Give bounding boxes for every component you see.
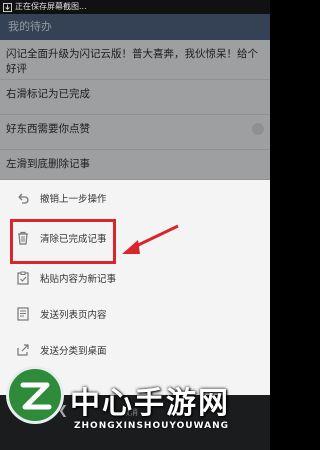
clipboard-icon [17,271,29,285]
menu-item-send-desktop[interactable]: 发送分类到桌面 [0,332,270,368]
list-item-text: 右滑标记为已完成 [6,88,90,100]
watermark-subtext: ZHONGXINSHOUYOUWANG [74,421,229,431]
list-item-text: 好东西需要你点赞 [6,123,90,135]
watermark-text: 中心手游网 [70,386,230,421]
undo-icon [18,193,29,204]
app-bar: 我的待办 [0,14,270,40]
status-text: 正在保存屏幕截图... [15,2,87,11]
menu-item-undo[interactable]: 撤销上一步操作 [0,180,270,216]
menu-item-label: 发送列表页内容 [40,310,107,321]
download-icon [3,2,12,12]
watermark-logo [6,366,64,424]
share-icon [17,344,29,356]
list-item-text: 闪记全面升级为闪记云版！普大喜奔，我伙惊呆！给个好评 [6,48,258,75]
list-item[interactable]: 右滑标记为已完成 [0,80,270,115]
todo-list: 闪记全面升级为闪记云版！普大喜奔，我伙惊呆！给个好评 右滑标记为已完成 好东西需… [0,40,270,180]
highlight-box [10,219,116,264]
list-item[interactable]: 左滑到底删除记事 [0,150,270,180]
list-item[interactable]: 闪记全面升级为闪记云版！普大喜奔，我伙惊呆！给个好评 [0,40,270,80]
menu-item-label: 粘贴内容为新记事 [40,274,117,285]
status-bar: 正在保存屏幕截图... [0,0,270,14]
page-title: 我的待办 [8,20,52,33]
menu-item-send-list[interactable]: 发送列表页内容 [0,296,270,332]
list-item-text: 左滑到底删除记事 [6,158,90,170]
menu-item-label: 撤销上一步操作 [40,194,107,205]
action-sheet: 撤销上一步操作 清除已完成记事 粘贴内容为新记事 发送列表页内容 发送分类到桌面 [0,180,270,395]
list-item[interactable]: 好东西需要你点赞 [0,115,270,150]
document-icon [17,307,29,321]
menu-item-label: 发送分类到桌面 [40,346,107,357]
arrow-icon [122,224,179,254]
menu-item-paste-new[interactable]: 粘贴内容为新记事 [0,260,270,296]
status-dot [252,123,264,135]
